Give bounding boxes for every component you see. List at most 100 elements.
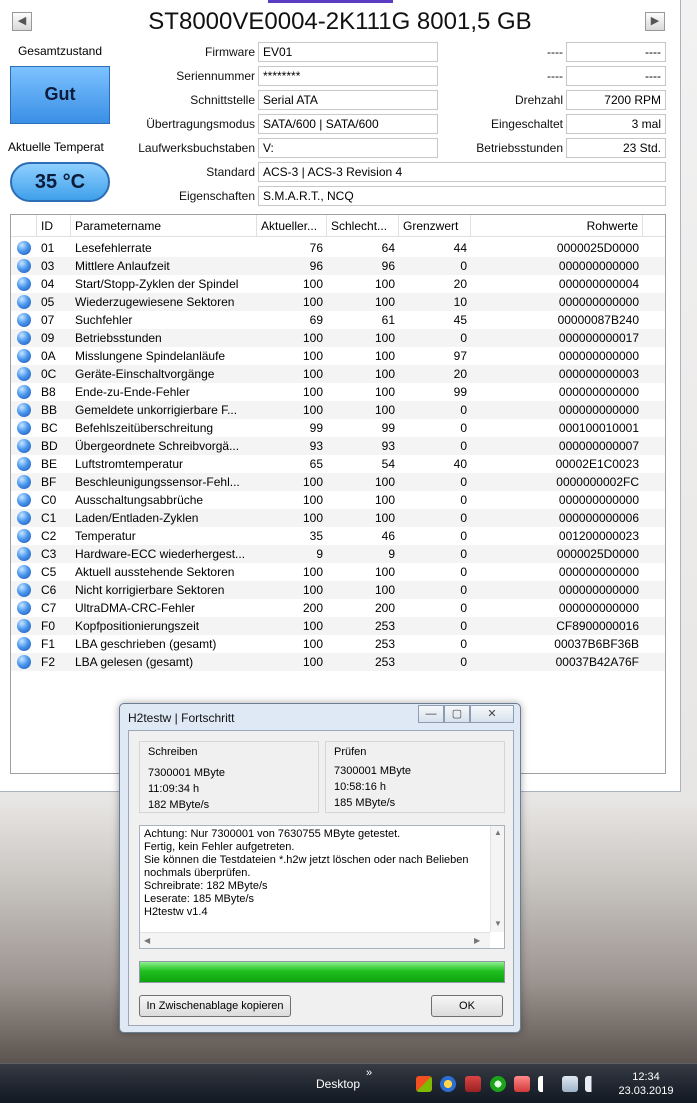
copy-to-clipboard-button[interactable]: In Zwischenablage kopieren [139,995,291,1017]
cell-raw-value: 001200000023 [558,529,639,543]
ok-button[interactable]: OK [431,995,503,1017]
status-ok-icon [17,331,31,345]
table-row[interactable]: BC Befehlszeitüberschreitung 99 99 0 00010001… [11,419,665,437]
cell-current: 69 [309,313,323,327]
table-row[interactable]: BE Luftstromtemperatur 65 54 40 00002E1C0023 [11,455,665,473]
table-row[interactable]: 09 Betriebsstunden 100 100 0 000000000017 [11,329,665,347]
cell-raw-value: 000000000000 [558,349,639,363]
cell-id: 04 [41,277,55,291]
cell-parameter-name: Aktuell ausstehende Sektoren [75,565,235,579]
system-clock[interactable]: 12:34 23.03.2019 [608,1070,684,1098]
globe-antivirus-icon[interactable] [440,1076,456,1092]
status-ok-icon [17,637,31,651]
cell-parameter-name: Kopfpositionierungszeit [75,619,200,633]
table-row[interactable]: BD Übergeordnete Schreibvorgä... 93 93 0 0000… [11,437,665,455]
cell-worst: 9 [388,547,395,561]
scroll-down-icon[interactable]: ▼ [494,920,502,928]
cell-worst: 200 [374,601,395,615]
table-row[interactable]: F1 LBA geschrieben (gesamt) 100 253 0 00037B6… [11,635,665,653]
table-row[interactable]: BB Gemeldete unkorrigierbare F... 100 100 0 0… [11,401,665,419]
menu-highlight [268,0,393,3]
sound-mixer-icon[interactable] [514,1076,530,1092]
close-button[interactable]: ✕ [470,705,514,723]
network-icon[interactable] [562,1076,578,1092]
col-parameter-name[interactable]: Parametername [71,215,257,237]
table-row[interactable]: 0A Misslungene Spindelanläufe 100 100 97 0000… [11,347,665,365]
cell-worst: 253 [374,655,395,669]
table-row[interactable]: C0 Ausschaltungsabbrüche 100 100 0 0000000000… [11,491,665,509]
status-ok-icon [17,493,31,507]
col-status-icon[interactable] [11,215,37,237]
cell-id: C0 [41,493,57,507]
table-row[interactable]: 07 Suchfehler 69 61 45 00000087B240 [11,311,665,329]
table-row[interactable]: C2 Temperatur 35 46 0 001200000023 [11,527,665,545]
cell-worst: 46 [381,529,395,543]
desktop-toolbar-label[interactable]: Desktop [316,1077,360,1091]
scroll-left-icon[interactable]: ◀ [144,937,150,945]
status-ok-icon [17,403,31,417]
table-row[interactable]: F0 Kopfpositionierungszeit 100 253 0 CF890000… [11,617,665,635]
table-row[interactable]: F2 LBA gelesen (gesamt) 100 253 0 00037B42A76… [11,653,665,671]
table-row[interactable]: B8 Ende-zu-Ende-Fehler 100 100 99 00000000000… [11,383,665,401]
table-row[interactable]: 0C Geräte-Einschaltvorgänge 100 100 20 000000… [11,365,665,383]
smart-table-header: ID Parametername Aktueller... Schlecht..… [11,215,665,237]
security-shield-icon[interactable] [465,1076,481,1092]
scroll-right-icon[interactable]: ▶ [474,937,480,945]
table-row[interactable]: 04 Start/Stopp-Zyklen der Spindel 100 100 20… [11,275,665,293]
cell-parameter-name: Wiederzugewiesene Sektoren [75,295,235,309]
cell-threshold: 0 [460,259,467,273]
status-ok-icon [17,439,31,453]
table-row[interactable]: C3 Hardware-ECC wiederhergest... 9 9 0 000002… [11,545,665,563]
previous-disk-button[interactable]: ◀ [12,12,32,31]
cell-worst: 96 [381,259,395,273]
smart-attributes-table[interactable]: ID Parametername Aktueller... Schlecht..… [10,214,666,774]
temperature-button[interactable]: 35 °C [10,162,110,202]
table-row[interactable]: C6 Nicht korrigierbare Sektoren 100 100 0 000… [11,581,665,599]
col-worst[interactable]: Schlecht... [327,215,399,237]
cell-current: 100 [302,493,323,507]
volume-icon[interactable] [585,1076,601,1092]
unused-value-1: ---- [566,42,666,62]
health-status-button[interactable]: Gut [10,66,110,124]
table-row[interactable]: C7 UltraDMA-CRC-Fehler 200 200 0 000000000000 [11,599,665,617]
next-disk-button[interactable]: ▶ [645,12,665,31]
table-row[interactable]: C1 Laden/Entladen-Zyklen 100 100 0 0000000000… [11,509,665,527]
table-row[interactable]: 05 Wiederzugewiesene Sektoren 100 100 10 0000… [11,293,665,311]
cell-id: C1 [41,511,57,525]
status-ok-icon [17,259,31,273]
cell-id: BD [41,439,58,453]
maximize-button[interactable]: ▢ [444,705,470,723]
window-controls: — ▢ ✕ [418,705,514,725]
horizontal-scrollbar[interactable]: ◀ ▶ [140,932,490,948]
cell-raw-value: CF8900000016 [556,619,639,633]
col-current[interactable]: Aktueller... [257,215,327,237]
cell-raw-value: 0000025D0000 [556,241,639,255]
cell-worst: 100 [374,511,395,525]
table-row[interactable]: 01 Lesefehlerrate 76 64 44 0000025D0000 [11,239,665,257]
result-log-textarea[interactable]: Achtung: Nur 7300001 von 7630755 MByte g… [139,825,505,949]
cell-worst: 100 [374,277,395,291]
scroll-up-icon[interactable]: ▲ [494,829,502,837]
cell-raw-value: 000000000017 [558,331,639,345]
vertical-scrollbar[interactable]: ▲ ▼ [490,826,504,932]
cell-worst: 100 [374,565,395,579]
log-line: Schreibrate: 182 MByte/s [144,880,268,892]
table-row[interactable]: C5 Aktuell ausstehende Sektoren 100 100 0 000… [11,563,665,581]
cell-id: 01 [41,241,55,255]
status-ok-icon [17,349,31,363]
col-id[interactable]: ID [37,215,71,237]
col-raw-values[interactable]: Rohwerte [471,215,643,237]
status-ok-icon [17,547,31,561]
minimize-button[interactable]: — [418,705,444,723]
table-row[interactable]: 03 Mittlere Anlaufzeit 96 96 0 000000000000 [11,257,665,275]
cell-parameter-name: Mittlere Anlaufzeit [75,259,170,273]
cell-worst: 100 [374,493,395,507]
action-center-flag-icon[interactable] [538,1076,554,1092]
col-threshold[interactable]: Grenzwert [399,215,471,237]
toolbar-expand-chevron-icon[interactable]: » [366,1067,372,1079]
windows-flag-icon[interactable] [416,1076,432,1092]
green-update-icon[interactable] [490,1076,506,1092]
verify-speed: 185 MByte/s [334,797,396,809]
table-row[interactable]: BF Beschleunigungssensor-Fehl... 100 100 0 00… [11,473,665,491]
write-time: 11:09:34 h [148,783,200,795]
